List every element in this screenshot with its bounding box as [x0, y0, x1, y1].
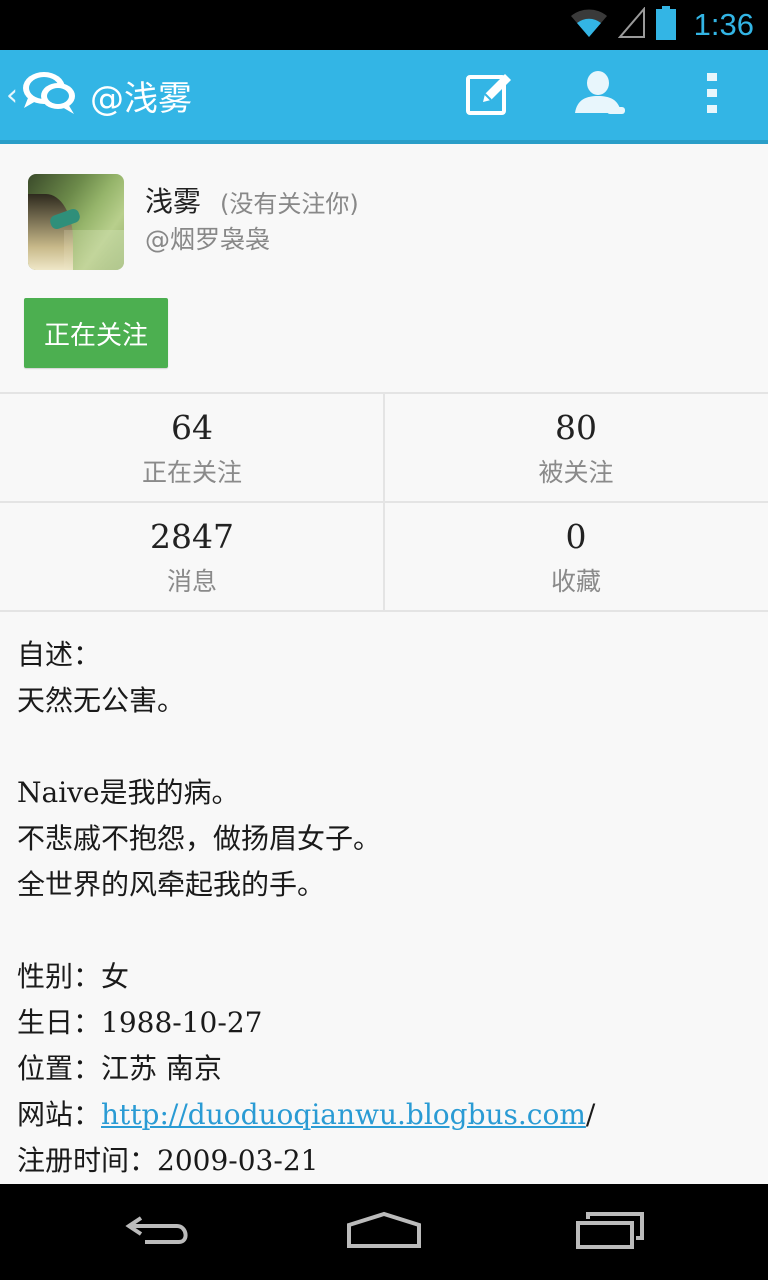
gender-label: 性别：	[17, 960, 102, 993]
battery-icon	[655, 6, 676, 44]
cell-signal-icon	[617, 6, 646, 43]
avatar[interactable]	[28, 174, 124, 270]
stat-label: 消息	[166, 567, 217, 596]
compose-icon	[465, 68, 515, 122]
website-suffix: /	[585, 1098, 596, 1131]
up-navigation[interactable]: ‹ @浅雾	[0, 50, 220, 140]
stat-label: 被关注	[538, 458, 614, 487]
home-nav-icon	[346, 1210, 422, 1254]
clock: 1:36	[693, 7, 754, 42]
website-link[interactable]: http://duoduoqianwu.blogbus.com	[101, 1098, 586, 1131]
overflow-menu-icon	[705, 71, 719, 119]
stat-messages[interactable]: 2847 消息	[0, 503, 384, 611]
stat-value: 2847	[150, 517, 234, 556]
stat-value: 80	[555, 408, 597, 447]
birthday-label: 生日：	[17, 1006, 102, 1039]
divider	[0, 501, 768, 503]
website-label: 网站：	[17, 1098, 102, 1131]
bio-intro-label: 自述：	[17, 638, 102, 671]
registered-value: 2009-03-21	[157, 1144, 319, 1177]
compose-button[interactable]	[450, 50, 530, 140]
bio-line: 天然无公害。	[17, 684, 186, 717]
back-nav-icon	[125, 1210, 195, 1254]
registered-label: 注册时间：	[17, 1144, 158, 1177]
recents-nav-icon	[575, 1210, 645, 1254]
user-button[interactable]	[560, 50, 640, 140]
up-caret-icon: ‹	[6, 77, 18, 113]
profile-bio: 自述： 天然无公害。 Naive是我的病。 不悲戚不抱怨，做扬眉女子。 全世界的…	[17, 632, 757, 1184]
birthday-row: 生日：1988-10-27	[17, 1000, 757, 1046]
page-title: @浅雾	[90, 78, 192, 119]
overflow-menu-button[interactable]	[690, 50, 734, 140]
stat-label: 收藏	[550, 567, 601, 596]
action-bar: ‹ @浅雾	[0, 50, 768, 144]
profile-name: 浅雾	[145, 185, 202, 218]
registered-row: 注册时间：2009-03-21	[17, 1138, 757, 1184]
back-nav-button[interactable]	[90, 1184, 230, 1280]
chat-bubbles-icon	[20, 68, 78, 122]
follow-status: (没有关注你)	[220, 190, 359, 218]
profile-content: 浅雾 (没有关注你) @烟罗袅袅 正在关注 64 正在关注 80 被关注 284…	[0, 144, 768, 1184]
stat-value: 64	[171, 408, 213, 447]
bio-line: Naive是我的病。	[17, 776, 240, 809]
website-row: 网站：http://duoduoqianwu.blogbus.com/	[17, 1092, 757, 1138]
bio-line: 不悲戚不抱怨，做扬眉女子。	[17, 822, 382, 855]
location-row: 位置：江苏 南京	[17, 1046, 757, 1092]
profile-handle: @烟罗袅袅	[145, 225, 271, 254]
recents-nav-button[interactable]	[540, 1184, 680, 1280]
birthday-value: 1988-10-27	[101, 1006, 263, 1039]
stat-favorites[interactable]: 0 收藏	[384, 503, 768, 611]
stat-value: 0	[565, 517, 587, 556]
stat-label: 正在关注	[141, 458, 242, 487]
status-bar: 1:36	[0, 0, 768, 50]
wifi-icon	[570, 7, 608, 43]
bio-line: 全世界的风牵起我的手。	[17, 868, 326, 901]
following-button[interactable]: 正在关注	[24, 298, 168, 368]
navigation-bar	[0, 1184, 768, 1280]
location-label: 位置：	[17, 1052, 102, 1085]
home-nav-button[interactable]	[314, 1184, 454, 1280]
location-value: 江苏 南京	[101, 1052, 222, 1085]
user-icon	[573, 69, 627, 121]
stats-grid: 64 正在关注 80 被关注 2847 消息 0 收藏	[0, 392, 768, 612]
stat-following[interactable]: 64 正在关注	[0, 394, 384, 502]
gender-row: 性别：女	[17, 954, 757, 1000]
gender-value: 女	[101, 960, 130, 993]
stat-followers[interactable]: 80 被关注	[384, 394, 768, 502]
